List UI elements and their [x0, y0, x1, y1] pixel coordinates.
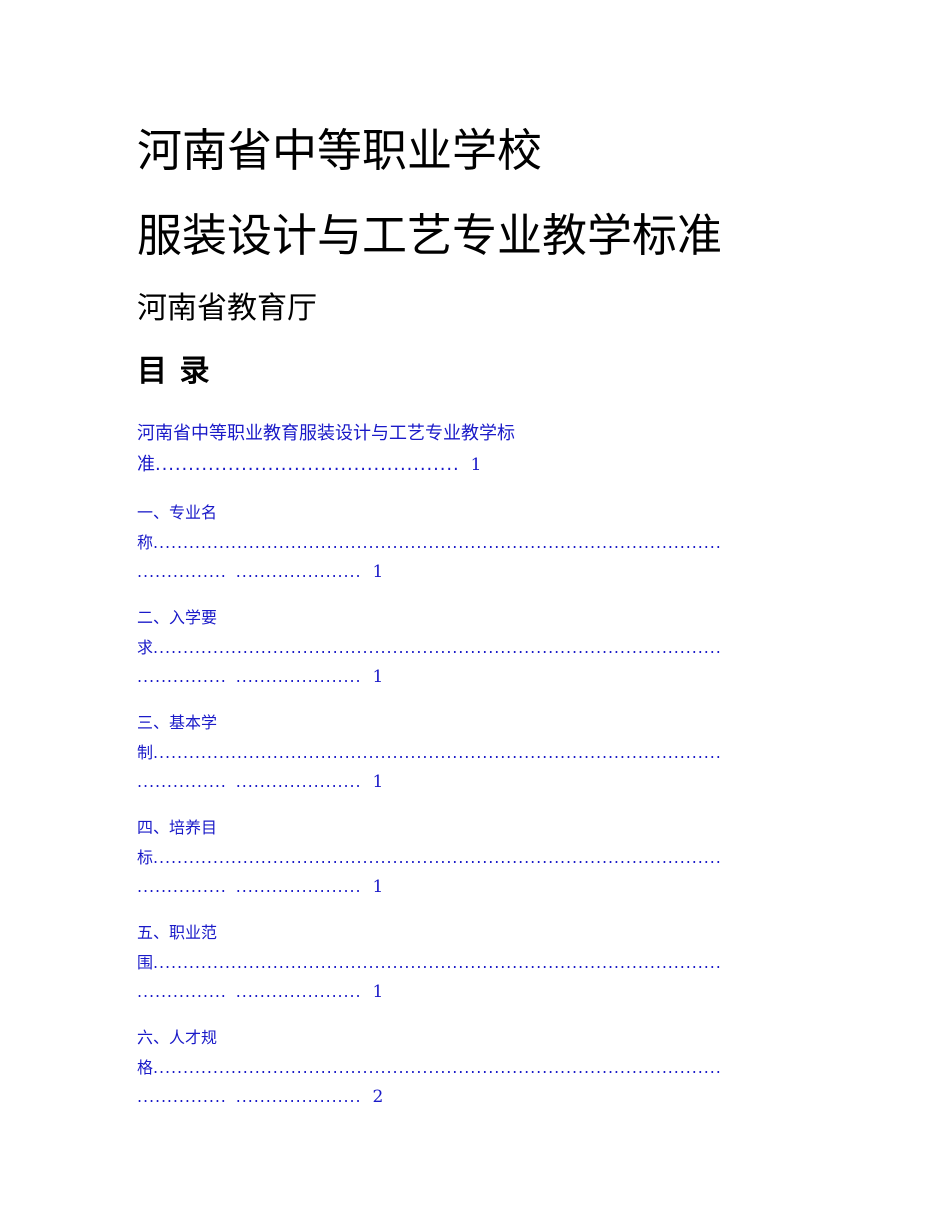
- toc-entry-leader-line: 制.......................................…: [137, 738, 837, 767]
- toc-dot-leader: ........................................…: [153, 533, 722, 552]
- toc-entry[interactable]: 六、人才规格..................................…: [137, 1022, 837, 1111]
- toc-entry-leader-line: 求.......................................…: [137, 633, 837, 662]
- toc-dot-leader-b: .....................: [235, 562, 362, 581]
- toc-entry[interactable]: 三、基本学制..................................…: [137, 707, 837, 796]
- document-title-line-2: 服装设计与工艺专业教学标准: [137, 209, 723, 262]
- toc-entry-label-line-2: 准: [137, 454, 155, 475]
- toc-dot-leader: ........................................…: [153, 1058, 722, 1077]
- toc-entry-leader-line: 称.......................................…: [137, 528, 837, 557]
- toc-dot-leader: ........................................…: [153, 743, 722, 762]
- toc-page-number: 1: [372, 562, 384, 582]
- toc-page-number: 1: [372, 982, 384, 1002]
- toc-entry-label-line-2: 标: [137, 848, 154, 867]
- toc-entry-label-line-1: 六、人才规: [137, 1028, 218, 1047]
- document-publisher: 河南省教育厅: [137, 291, 317, 326]
- toc-dot-leader-b: .....................: [235, 982, 362, 1001]
- toc-entry[interactable]: 二、入学要求..................................…: [137, 602, 837, 691]
- toc-entry-leader-line: 格.......................................…: [137, 1053, 837, 1082]
- toc-dot-leader: ........................................…: [153, 638, 722, 657]
- toc-entry-leader-line: 围.......................................…: [137, 948, 837, 977]
- toc-entry[interactable]: 四、培养目标..................................…: [137, 812, 837, 901]
- toc-page-number: 1: [470, 455, 482, 475]
- toc-entry-label-line-1: 五、职业范: [137, 923, 218, 942]
- toc-entry-label-line-1: 三、基本学: [137, 713, 218, 732]
- toc-entry-leader-overflow-line: .................................... 1: [137, 977, 837, 1006]
- toc-page-number: 1: [372, 667, 384, 687]
- toc-entry-label-line-1: 河南省中等职业教育服装设计与工艺专业教学标: [137, 423, 515, 444]
- toc-dot-leader-a: ...............: [137, 982, 227, 1001]
- toc-entry-leader-overflow-line: .................................... 1: [137, 872, 837, 901]
- toc-dot-leader-a: ...............: [137, 667, 227, 686]
- toc-page-number: 1: [372, 772, 384, 792]
- table-of-contents-heading: 目 录: [137, 354, 211, 389]
- toc-entry-label-line-2: 围: [137, 953, 154, 972]
- toc-entry-leader-line: 标.......................................…: [137, 843, 837, 872]
- toc-entry-label-line-2: 称: [137, 533, 154, 552]
- toc-dot-leader-b: .....................: [235, 877, 362, 896]
- toc-entry-label-line-2: 求: [137, 638, 154, 657]
- toc-entry[interactable]: 河南省中等职业教育服装设计与工艺专业教学标 准..................…: [137, 418, 837, 481]
- toc-entry-label-line-1: 二、入学要: [137, 608, 218, 627]
- toc-entry-leader-line: 准.......................................…: [137, 449, 837, 481]
- document-page: 河南省中等职业学校 服装设计与工艺专业教学标准 河南省教育厅 目 录 河南省中等…: [0, 0, 950, 1230]
- toc-entry-leader-overflow-line: .................................... 1: [137, 557, 837, 586]
- toc-dot-leader-a: ...............: [137, 562, 227, 581]
- toc-entry-label-line-1: 一、专业名: [137, 503, 218, 522]
- toc-dot-leader-b: .....................: [235, 1087, 362, 1106]
- toc-page-number: 1: [372, 877, 384, 897]
- document-title-line-1: 河南省中等职业学校: [137, 124, 543, 177]
- toc-dot-leader-b: .....................: [235, 772, 362, 791]
- toc-entry-leader-overflow-line: .................................... 1: [137, 767, 837, 796]
- toc-entry[interactable]: 一、专业名称..................................…: [137, 497, 837, 586]
- toc-entry-label-line-2: 格: [137, 1058, 154, 1077]
- toc-dot-leader-a: ...............: [137, 772, 227, 791]
- toc-entry[interactable]: 五、职业范围..................................…: [137, 917, 837, 1006]
- toc-entry-leader-overflow-line: .................................... 1: [137, 662, 837, 691]
- toc-dot-leader: ........................................…: [155, 454, 460, 475]
- toc-entry-label-line-1: 四、培养目: [137, 818, 218, 837]
- toc-entry-label-line-2: 制: [137, 743, 154, 762]
- toc-dot-leader-b: .....................: [235, 667, 362, 686]
- toc-dot-leader: ........................................…: [153, 848, 722, 867]
- toc-entry-leader-overflow-line: .................................... 2: [137, 1082, 837, 1111]
- toc-page-number: 2: [372, 1087, 384, 1107]
- toc-dot-leader: ........................................…: [153, 953, 722, 972]
- toc-dot-leader-a: ...............: [137, 877, 227, 896]
- toc-dot-leader-a: ...............: [137, 1087, 227, 1106]
- table-of-contents: 河南省中等职业教育服装设计与工艺专业教学标 准..................…: [137, 418, 837, 1111]
